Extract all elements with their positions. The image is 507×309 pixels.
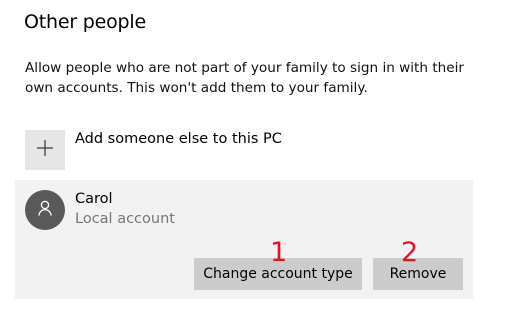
annotation-marker-2: 2 [401,237,419,268]
account-type-label: Local account [75,211,175,227]
add-person-tile[interactable] [25,130,65,170]
plus-icon [36,139,54,161]
section-title: Other people [24,11,146,33]
person-icon [36,199,54,221]
section-description: Allow people who are not part of your fa… [25,60,464,96]
annotation-marker-1: 1 [270,237,288,268]
add-someone-else-link[interactable]: Add someone else to this PC [75,131,282,147]
avatar [25,190,65,230]
account-name: Carol [75,191,113,207]
